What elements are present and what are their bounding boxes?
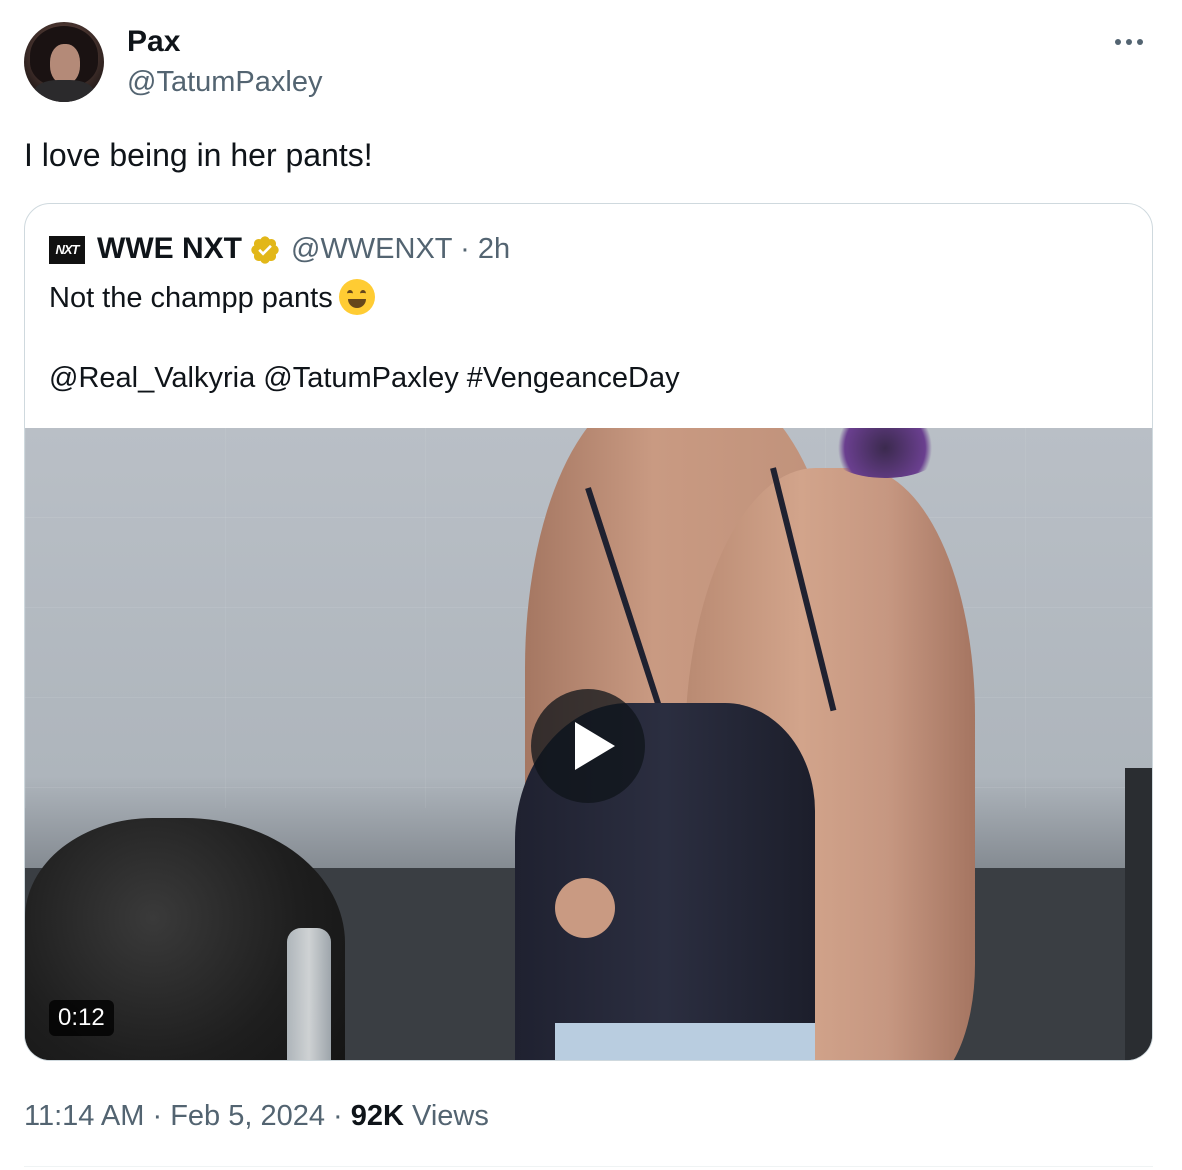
author-display-name[interactable]: Pax xyxy=(127,24,180,60)
play-icon[interactable] xyxy=(531,689,645,803)
quoted-text-line1: Not the champp pants xyxy=(49,278,375,318)
separator-dot: · xyxy=(333,1100,343,1132)
nxt-logo-avatar[interactable]: NXT xyxy=(49,236,85,264)
separator-dot: · xyxy=(460,233,470,265)
views-label: Views xyxy=(412,1100,489,1132)
quoted-display-name[interactable]: WWE NXT xyxy=(97,230,242,268)
author-handle[interactable]: @TatumPaxley xyxy=(127,64,322,100)
tweet-text: I love being in her pants! xyxy=(24,137,373,173)
quoted-handle[interactable]: @WWENXT xyxy=(291,233,452,265)
video-player[interactable]: 0:12 xyxy=(25,428,1152,1060)
quoted-handle-and-age[interactable]: @WWENXT · 2h xyxy=(291,230,510,268)
water-bottle-image xyxy=(287,928,331,1060)
quoted-text: Not the champp pants xyxy=(49,282,333,314)
verified-badge-icon xyxy=(251,236,279,264)
tweet-time[interactable]: 11:14 AM xyxy=(24,1100,144,1132)
grinning-squinting-face-emoji-icon xyxy=(338,279,375,315)
separator-dot: · xyxy=(152,1100,163,1132)
author-avatar[interactable] xyxy=(24,22,104,102)
more-horizontal-icon[interactable] xyxy=(1115,32,1155,52)
quoted-age[interactable]: 2h xyxy=(478,233,510,265)
tweet-date[interactable]: Feb 5, 2024 xyxy=(170,1100,325,1132)
quoted-mentions[interactable]: @Real_Valkyria @TatumPaxley #VengeanceDa… xyxy=(49,358,680,398)
views-count[interactable]: 92K xyxy=(351,1100,404,1132)
tweet-meta: 11:14 AM · Feb 5, 2024 · 92K Views xyxy=(24,1097,489,1135)
quoted-tweet[interactable]: NXT WWE NXT @WWENXT · 2h Not the champp … xyxy=(24,203,1153,1061)
video-duration-badge: 0:12 xyxy=(49,1000,114,1036)
divider xyxy=(24,1166,1153,1167)
